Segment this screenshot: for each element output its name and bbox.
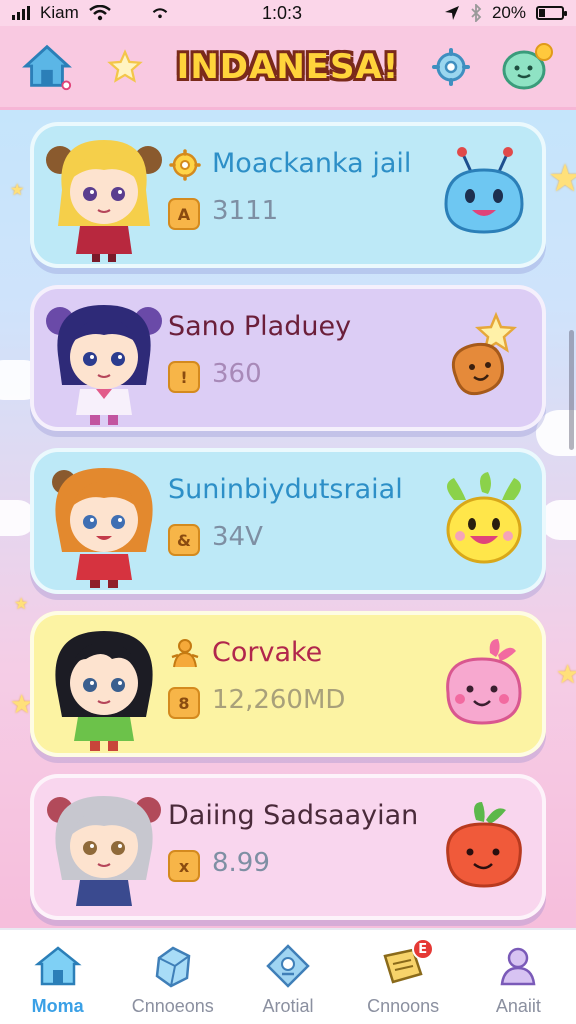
character-score: 360 — [212, 359, 262, 389]
character-card[interactable]: Suninbiydutsraial & 34V — [30, 448, 546, 594]
app-title: INDANESA! — [176, 46, 400, 87]
character-name: Sano Pladuey — [168, 311, 352, 342]
star-icon — [107, 49, 143, 83]
notification-badge: E — [411, 938, 434, 960]
nav-item-account[interactable]: Anaiit — [461, 930, 576, 1017]
character-score: 12,260MD — [212, 685, 346, 715]
nav-item-portal[interactable]: Arotial — [230, 930, 345, 1017]
character-avatar — [46, 305, 162, 425]
character-name: Moackanka jail — [212, 148, 412, 179]
app-header: INDANESA! — [0, 26, 576, 110]
tomato-creature-icon — [446, 802, 522, 888]
character-card[interactable]: Daiing Sadsaayian x 8.99 — [30, 774, 546, 920]
home-icon — [34, 946, 82, 986]
character-avatar — [47, 796, 161, 906]
settings-button[interactable] — [424, 40, 478, 94]
character-score: 8.99 — [212, 848, 270, 878]
status-bar: Kiam 1:0:3 20% — [0, 0, 576, 26]
badge-icon: A — [168, 198, 200, 230]
profile-button[interactable] — [500, 40, 554, 94]
character-name: Daiing Sadsaayian — [168, 800, 419, 831]
nav-label: Cnnoeons — [131, 996, 214, 1016]
star-decoration: ★ — [548, 156, 576, 200]
character-card[interactable]: Moackanka jail A 3111 — [30, 122, 546, 268]
star-decoration: ★ — [14, 594, 29, 613]
character-card[interactable]: Corvake 8 12,260MD — [30, 611, 546, 757]
gear-icon — [432, 48, 470, 86]
bluetooth-icon — [471, 4, 482, 22]
favorites-button[interactable] — [98, 40, 152, 94]
star-decoration: ★ — [10, 180, 25, 199]
signal-icon — [12, 6, 30, 20]
blue-blob-creature-icon — [444, 147, 524, 234]
gem-icon — [266, 944, 310, 988]
house-icon — [22, 44, 72, 91]
user-icon — [500, 947, 536, 986]
smile-blob-icon — [502, 43, 553, 90]
nav-label: Cnnoons — [367, 996, 440, 1016]
badge-icon: 8 — [168, 687, 200, 719]
status-time: 1:0:3 — [262, 2, 303, 23]
battery-percent: 20% — [491, 3, 526, 22]
orange-star-creature-icon — [451, 311, 518, 396]
nav-label: Arotial — [262, 996, 314, 1016]
badge-icon: x — [168, 850, 200, 882]
figure-icon — [171, 639, 199, 668]
scrollbar[interactable] — [569, 330, 574, 450]
pink-blob-creature-icon — [446, 639, 522, 725]
character-score: 34V — [212, 522, 263, 552]
character-card[interactable]: Sano Pladuey ! 360 — [30, 285, 546, 431]
character-list: Moackanka jail A 3111 Sano Pladuey ! 360 — [30, 122, 546, 937]
nav-label: Moma — [31, 996, 84, 1016]
nav-item-collections[interactable]: Cnnoeons — [115, 930, 230, 1017]
star-decoration: ★ — [556, 660, 576, 690]
battery-icon — [536, 6, 567, 20]
yellow-leaf-creature-icon — [446, 472, 522, 564]
character-score: 3111 — [212, 196, 279, 226]
wifi-icon — [88, 5, 111, 21]
bottom-navigation: Moma Cnnoeons Arotial E Cnnoons Anaiit — [0, 928, 576, 1024]
character-name: Corvake — [212, 637, 323, 668]
location-arrow-icon — [444, 6, 459, 20]
character-avatar — [46, 140, 162, 262]
character-name: Suninbiydutsraial — [168, 474, 403, 505]
nav-item-home[interactable]: Moma — [0, 930, 115, 1017]
gem-box-icon — [155, 946, 191, 988]
nav-label: Anaiit — [495, 996, 541, 1016]
badge-icon: & — [168, 524, 200, 556]
home-button[interactable] — [20, 40, 74, 94]
badge-icon: ! — [168, 361, 200, 393]
wifi-icon-secondary — [152, 8, 167, 19]
character-avatar — [55, 631, 153, 751]
gear-icon — [169, 149, 201, 181]
nav-item-coupons[interactable]: E Cnnoons — [346, 930, 461, 1017]
carrier-label: Kiam — [40, 3, 79, 22]
character-avatar — [52, 468, 153, 588]
